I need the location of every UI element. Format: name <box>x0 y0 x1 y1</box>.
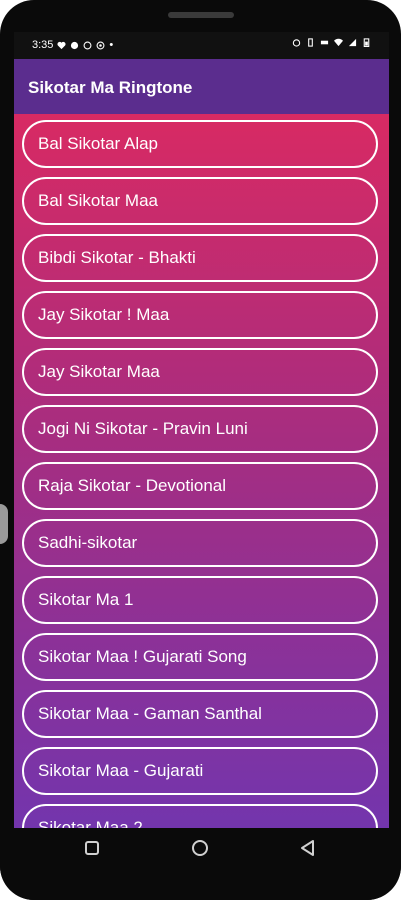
ringtone-list[interactable]: Bal Sikotar Alap Bal Sikotar Maa Bibdi S… <box>14 114 389 828</box>
screen: 3:35 • Sikotar Ma Ringtone Bal Sikotar A… <box>14 32 389 828</box>
list-item[interactable]: Sikotar Maa - Gujarati <box>22 747 378 795</box>
list-item-label: Jogi Ni Sikotar - Pravin Luni <box>38 419 248 438</box>
notification-icon <box>71 41 79 49</box>
list-item[interactable]: Sikotar Maa ! Gujarati Song <box>22 633 378 681</box>
list-item[interactable]: Sikotar Ma 1 <box>22 576 378 624</box>
list-item-label: Bibdi Sikotar - Bhakti <box>38 248 196 267</box>
list-item-label: Jay Sikotar ! Maa <box>38 305 170 324</box>
status-left: 3:35 • <box>32 39 113 51</box>
earpiece-speaker <box>168 12 234 18</box>
list-item[interactable]: Bibdi Sikotar - Bhakti <box>22 234 378 282</box>
heart-icon <box>57 41 66 49</box>
navigation-bar <box>0 828 401 900</box>
list-item[interactable]: Bal Sikotar Maa <box>22 177 378 225</box>
whatsapp-icon <box>83 41 92 49</box>
list-item-label: Sadhi-sikotar <box>38 533 138 552</box>
app-bar: Sikotar Ma Ringtone <box>14 59 389 114</box>
square-icon[interactable] <box>82 838 102 858</box>
app-title: Sikotar Ma Ringtone <box>28 78 193 97</box>
status-dot: • <box>109 39 114 51</box>
status-right <box>292 38 371 47</box>
alarm-icon <box>292 39 301 47</box>
triangle-back-icon[interactable] <box>298 838 318 858</box>
status-bar: 3:35 • <box>14 32 389 59</box>
list-item-label: Sikotar Maa - Gujarati <box>38 761 204 780</box>
list-item-label: Raja Sikotar - Devotional <box>38 476 227 495</box>
list-item[interactable]: Sikotar Maa - Gaman Santhal <box>22 690 378 738</box>
status-time: 3:35 <box>32 39 54 51</box>
list-item[interactable]: Jogi Ni Sikotar - Pravin Luni <box>22 405 378 453</box>
battery-icon <box>363 38 370 47</box>
list-item-label: Sikotar Ma 1 <box>38 590 134 609</box>
list-item[interactable]: Jay Sikotar ! Maa <box>22 291 378 339</box>
phone-frame: 3:35 • Sikotar Ma Ringtone Bal Sikotar A… <box>0 0 401 900</box>
list-item-label: Sikotar Maa 2 <box>38 818 143 828</box>
list-item[interactable]: Sadhi-sikotar <box>22 519 378 567</box>
list-item-label: Sikotar Maa ! Gujarati Song <box>38 647 247 666</box>
list-item-label: Jay Sikotar Maa <box>38 362 160 381</box>
list-item-label: Bal Sikotar Alap <box>38 134 159 153</box>
lte-icon <box>320 40 329 45</box>
list-item[interactable]: Jay Sikotar Maa <box>22 348 378 396</box>
list-item-label: Bal Sikotar Maa <box>38 191 158 210</box>
list-item-label: Sikotar Maa - Gaman Santhal <box>38 704 262 723</box>
circle-icon[interactable] <box>190 838 210 858</box>
vibrate-icon <box>308 38 313 47</box>
app-icon <box>96 41 105 49</box>
list-item[interactable]: Bal Sikotar Alap <box>22 120 378 168</box>
signal-icon <box>348 38 357 47</box>
edge-handle[interactable] <box>0 504 8 544</box>
list-item[interactable]: Sikotar Maa 2 <box>22 804 378 828</box>
wifi-icon <box>334 38 343 47</box>
list-item[interactable]: Raja Sikotar - Devotional <box>22 462 378 510</box>
